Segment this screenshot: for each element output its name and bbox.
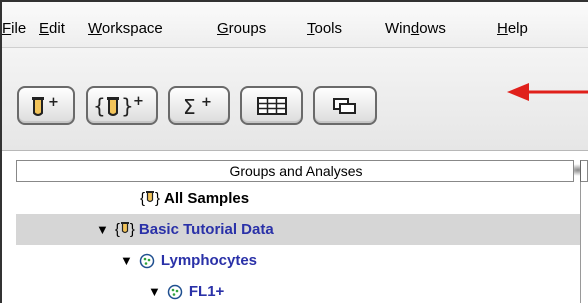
app-window: File Edit Workspace Groups Tools Windows… [0, 0, 588, 303]
svg-text:+: + [133, 94, 144, 109]
menu-windows[interactable]: Windows [385, 20, 446, 38]
add-sample-tube-icon: + [32, 95, 59, 116]
group-icon: {} [114, 221, 135, 238]
expand-triangle-icon[interactable]: ▼ [96, 222, 109, 237]
tree-row-label: All Samples [164, 190, 250, 207]
layout-editor-icon [333, 97, 356, 114]
toolbar: + { } + Σ + [2, 48, 588, 176]
expand-triangle-icon[interactable]: ▼ [120, 253, 133, 268]
svg-text:}: } [121, 94, 134, 118]
menu-tools[interactable]: Tools [307, 20, 342, 38]
menu-workspace[interactable]: Workspace [88, 20, 163, 38]
tree-row-label: Basic Tutorial Data [138, 221, 274, 238]
svg-text:Σ: Σ [183, 95, 196, 119]
tree-row-all-samples[interactable]: {} All Samples [16, 183, 580, 214]
column-divider [580, 182, 581, 303]
groups-analyses-table: Groups and Analyses {} All Samples ▼ {} … [2, 152, 588, 303]
red-arrow-icon [507, 83, 588, 101]
table-editor-button[interactable] [240, 86, 303, 125]
expand-triangle-icon[interactable]: ▼ [148, 284, 161, 299]
add-statistic-icon: Σ + [183, 95, 212, 119]
column-header-next[interactable] [580, 160, 588, 182]
add-group-icon: { } + [93, 94, 144, 118]
column-header-label: Groups and Analyses [229, 163, 363, 179]
menu-bar: File Edit Workspace Groups Tools Windows… [2, 2, 588, 48]
tree-row-label: Lymphocytes [160, 252, 258, 269]
add-statistic-button[interactable]: Σ + [168, 86, 230, 125]
tree-row-basic-tutorial-data[interactable]: ▼ {} Basic Tutorial Data [16, 214, 580, 245]
menu-file[interactable]: File [2, 20, 26, 38]
svg-text:{: { [93, 94, 106, 118]
add-sample-button[interactable]: + [17, 86, 75, 125]
menu-edit[interactable]: Edit [39, 20, 65, 38]
menu-help[interactable]: Help [497, 20, 528, 38]
svg-text:+: + [201, 95, 212, 110]
tree-row-lymphocytes[interactable]: ▼ Lymphocytes [16, 245, 580, 276]
tree-row-fl1-plus[interactable]: ▼ FL1+ [16, 276, 580, 303]
add-group-button[interactable]: { } + [86, 86, 158, 125]
group-icon: {} [140, 190, 161, 207]
tree-row-label: FL1+ [188, 283, 225, 300]
gate-population-icon [139, 253, 155, 268]
svg-text:+: + [48, 95, 59, 110]
gate-population-icon [167, 284, 183, 299]
menu-groups[interactable]: Groups [217, 20, 266, 38]
column-header-groups[interactable]: Groups and Analyses [16, 160, 574, 182]
table-editor-icon [256, 96, 287, 115]
layout-editor-button[interactable] [313, 86, 377, 125]
